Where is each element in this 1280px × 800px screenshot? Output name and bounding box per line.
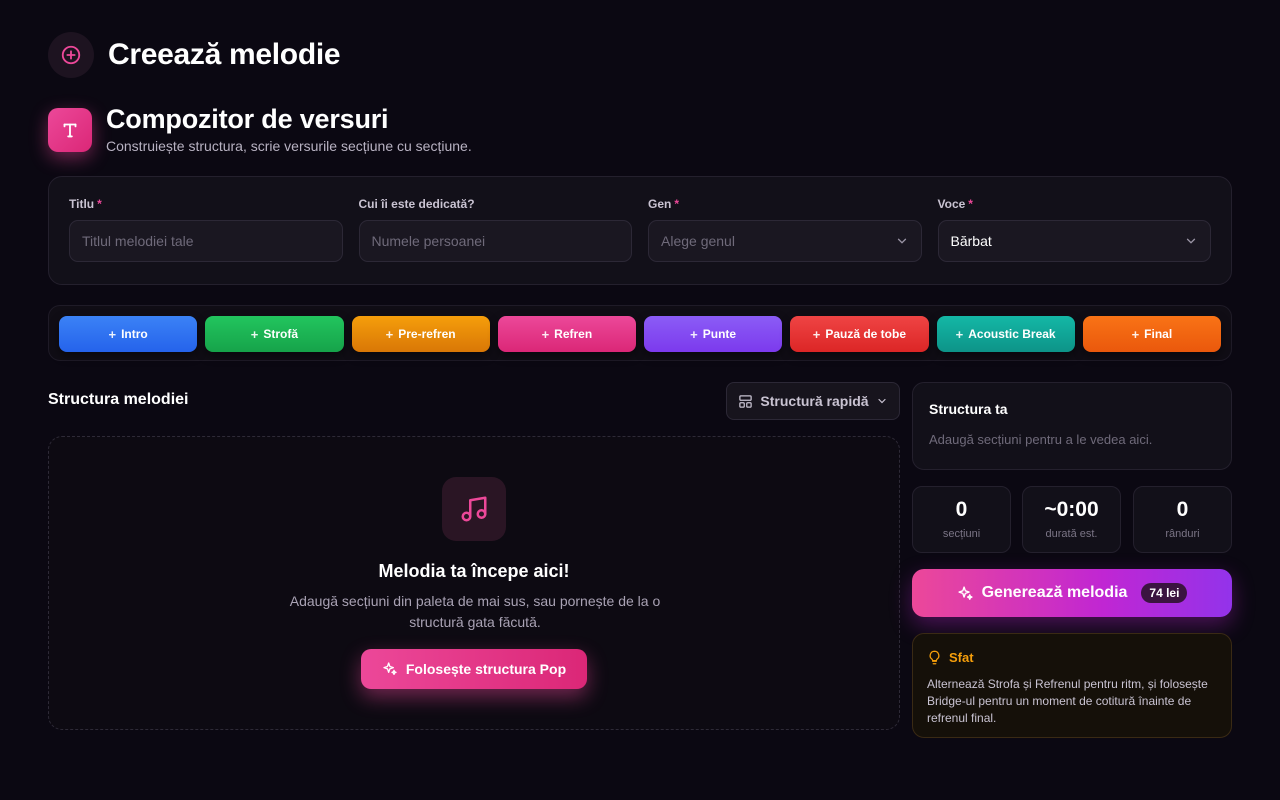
tip-title: Sfat [949, 650, 974, 665]
page-header: Creează melodie [48, 32, 341, 78]
composer-header: Compozitor de versuri Construiește struc… [48, 104, 472, 154]
your-structure-text: Adaugă secțiuni pentru a le vedea aici. [929, 432, 1153, 447]
stat-label: durată est. [1045, 528, 1098, 540]
composer-title: Compozitor de versuri [106, 104, 389, 134]
composer-subtitle: Construiește structura, scrie versurile … [106, 138, 472, 154]
chevron-down-icon [877, 398, 886, 404]
quick-structure-dropdown[interactable]: Structură rapidă [726, 382, 900, 420]
stat-value: 0 [955, 498, 968, 521]
add-chorus-button[interactable]: + Refren [497, 316, 636, 352]
dedication-input[interactable]: Numele persoanei [358, 220, 632, 262]
stat-duration: ~0:00 durată est. [1022, 486, 1121, 553]
genre-placeholder: Alege genul [661, 233, 735, 249]
text-icon [48, 108, 92, 152]
dedication-field-group: Cui îi este dedicată? Numele persoanei [358, 197, 632, 284]
sparkles-icon [957, 585, 973, 600]
add-pre-chorus-button[interactable]: + Pre-refren [351, 316, 490, 352]
required-marker: * [968, 197, 973, 211]
add-outro-button[interactable]: + Final [1082, 316, 1221, 352]
add-acoustic-break-button[interactable]: + Acoustic Break [936, 316, 1075, 352]
structure-title: Structura melodiei [48, 391, 189, 408]
stat-lines: 0 rânduri [1133, 486, 1232, 553]
structure-drop-zone[interactable]: Melodia ta începe aici! Adaugă secțiuni … [48, 436, 900, 730]
generate-label: Generează melodia [981, 584, 1128, 601]
pop-button-label: Folosește structura Pop [405, 661, 567, 677]
plus-icon: + [250, 326, 259, 342]
add-drum-break-button[interactable]: + Pauză de tobe [790, 316, 929, 352]
title-input[interactable]: Titlul melodiei tale [69, 220, 343, 262]
tip-header: Sfat [927, 650, 1217, 665]
genre-field-group: Gen * Alege genul [648, 197, 922, 284]
genre-label: Gen * [648, 197, 680, 211]
genre-select[interactable]: Alege genul [648, 220, 922, 262]
generate-song-button[interactable]: Generează melodia 74 lei [912, 569, 1232, 617]
your-structure-panel: Structura ta Adaugă secțiuni pentru a le… [912, 382, 1232, 470]
stat-value: ~0:00 [1044, 498, 1099, 521]
required-marker: * [97, 197, 102, 211]
plus-icon: + [541, 326, 550, 342]
your-structure-title: Structura ta [929, 401, 1008, 417]
voice-select[interactable]: Bărbat [937, 220, 1211, 262]
tip-text: Alternează Strofa și Refrenul pentru rit… [927, 677, 1208, 725]
add-verse-button[interactable]: + Strofă [205, 316, 344, 352]
section-palette: + Intro + Strofă + Pre-refren + Refren + Punt… [48, 305, 1232, 361]
music-note-icon [442, 477, 506, 541]
empty-state-title: Melodia ta începe aici! [378, 561, 570, 581]
sparkles-icon [383, 662, 397, 675]
dedication-label: Cui îi este dedicată? [358, 197, 475, 211]
dedication-placeholder: Numele persoanei [371, 233, 486, 249]
layout-icon [739, 394, 753, 408]
add-bridge-button[interactable]: + Punte [644, 316, 783, 352]
chevron-down-icon [1186, 238, 1196, 244]
title-placeholder: Titlul melodiei tale [82, 233, 194, 249]
song-details-form: Titlu * Titlul melodiei tale Cui îi este … [48, 176, 1232, 285]
title-field-group: Titlu * Titlul melodiei tale [69, 197, 343, 284]
add-circle-icon [48, 32, 94, 78]
plus-icon: + [108, 326, 117, 342]
chevron-down-icon [897, 238, 906, 244]
stat-value: 0 [1176, 498, 1189, 521]
price-badge: 74 lei [1141, 583, 1188, 603]
plus-icon: + [690, 326, 698, 342]
tip-panel: Sfat Alternează Strofa și Refrenul pentr… [912, 633, 1232, 738]
title-label: Titlu * [69, 197, 102, 211]
plus-icon: + [812, 326, 821, 342]
quick-structure-label: Structură rapidă [760, 393, 869, 409]
plus-icon: + [955, 326, 964, 342]
plus-icon: + [385, 326, 394, 342]
stat-label: secțiuni [942, 528, 981, 540]
use-pop-structure-button[interactable]: Folosește structura Pop [361, 649, 587, 689]
voice-field-group: Voce * Bărbat [937, 197, 1211, 284]
empty-state-text: Adaugă secțiuni din paleta de mai sus, s… [289, 593, 661, 630]
stat-label: rânduri [1165, 528, 1200, 540]
stat-sections: 0 secțiuni [912, 486, 1011, 553]
page-title: Creează melodie [108, 38, 341, 71]
add-intro-button[interactable]: + Intro [59, 316, 198, 352]
lightbulb-icon [929, 650, 940, 665]
required-marker: * [674, 197, 680, 211]
plus-icon: + [1131, 326, 1140, 342]
voice-label: Voce * [937, 197, 973, 211]
voice-value: Bărbat [950, 233, 992, 249]
